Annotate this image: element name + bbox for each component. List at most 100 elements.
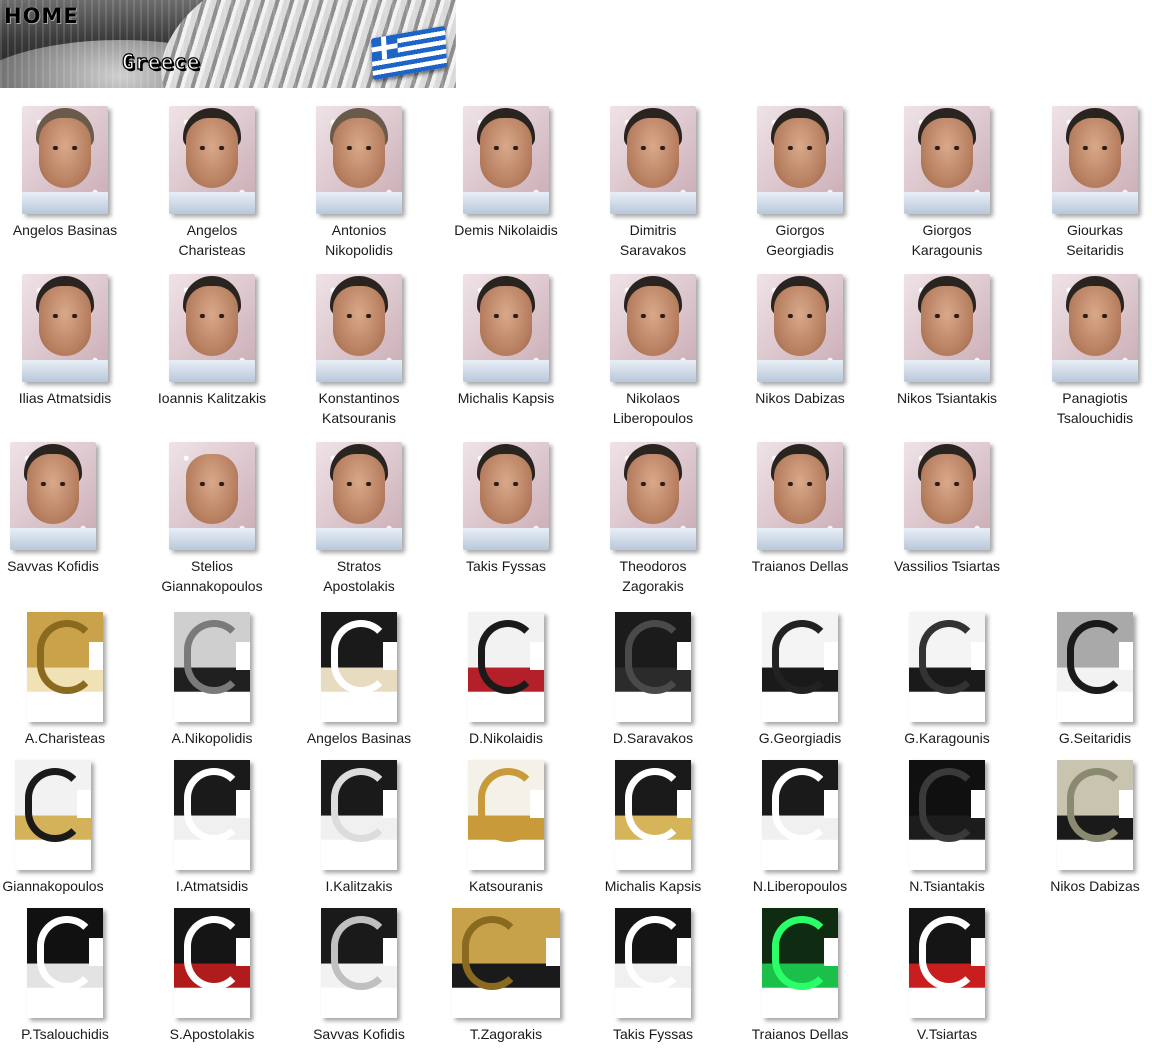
boot-texture-item[interactable]: G.Seitaridis <box>1022 612 1152 748</box>
boot-texture-thumbnail[interactable] <box>615 760 691 870</box>
player-face-thumbnail[interactable] <box>610 274 696 382</box>
boot-texture-item[interactable]: G.Karagounis <box>874 612 1020 748</box>
boot-texture-thumbnail[interactable] <box>1057 760 1133 870</box>
boot-texture-item[interactable]: A.Nikopolidis <box>139 612 285 748</box>
player-face-thumbnail[interactable] <box>757 274 843 382</box>
player-face-thumbnail[interactable] <box>22 274 108 382</box>
boot-texture-thumbnail[interactable] <box>321 612 397 722</box>
boot-texture-thumbnail[interactable] <box>909 908 985 1018</box>
boot-texture-item[interactable]: S.Apostolakis <box>139 908 285 1044</box>
player-face-thumbnail[interactable] <box>169 106 255 214</box>
player-face-item[interactable]: Panagiotis Tsalouchidis <box>1022 274 1152 428</box>
boot-texture-thumbnail[interactable] <box>1057 612 1133 722</box>
player-face-item[interactable]: Giorgos Karagounis <box>874 106 1020 260</box>
boot-texture-thumbnail[interactable] <box>174 760 250 870</box>
player-face-item[interactable]: Traianos Dellas <box>727 442 873 576</box>
player-face-item[interactable]: Dimitris Saravakos <box>580 106 726 260</box>
boot-texture-item[interactable]: P.Tsalouchidis <box>0 908 138 1044</box>
player-face-item[interactable]: Ilias Atmatsidis <box>0 274 138 408</box>
boot-texture-thumbnail[interactable] <box>909 760 985 870</box>
player-face-thumbnail[interactable] <box>169 442 255 550</box>
boot-texture-thumbnail[interactable] <box>174 612 250 722</box>
boot-texture-thumbnail[interactable] <box>468 760 544 870</box>
player-face-item[interactable]: Angelos Charisteas <box>139 106 285 260</box>
boot-texture-thumbnail[interactable] <box>615 908 691 1018</box>
player-face-thumbnail[interactable] <box>316 274 402 382</box>
boot-texture-item[interactable]: G.Georgiadis <box>727 612 873 748</box>
boot-texture-item[interactable]: I.Atmatsidis <box>139 760 285 896</box>
player-face-item[interactable]: Giorgos Georgiadis <box>727 106 873 260</box>
face-eyes <box>37 482 69 486</box>
face-head <box>921 454 973 524</box>
player-face-thumbnail[interactable] <box>169 274 255 382</box>
player-face-item[interactable]: Nikos Tsiantakis <box>874 274 1020 408</box>
boot-texture-thumbnail[interactable] <box>321 760 397 870</box>
boot-texture-item[interactable]: A.Charisteas <box>0 612 138 748</box>
boot-texture-item[interactable]: D.Saravakos <box>580 612 726 748</box>
player-face-thumbnail[interactable] <box>904 106 990 214</box>
player-face-thumbnail[interactable] <box>10 442 96 550</box>
boot-texture-item[interactable]: N.Liberopoulos <box>727 760 873 896</box>
boot-texture-thumbnail[interactable] <box>909 612 985 722</box>
boot-texture-thumbnail[interactable] <box>27 612 103 722</box>
boot-texture-item[interactable]: I.Kalitzakis <box>286 760 432 896</box>
boot-texture-thumbnail[interactable] <box>762 908 838 1018</box>
player-face-thumbnail[interactable] <box>316 442 402 550</box>
face-shirt <box>22 192 108 214</box>
player-face-item[interactable]: Stratos Apostolakis <box>286 442 432 596</box>
player-face-item[interactable]: Giourkas Seitaridis <box>1022 106 1152 260</box>
boot-texture-thumbnail[interactable] <box>321 908 397 1018</box>
player-face-thumbnail[interactable] <box>463 274 549 382</box>
player-face-thumbnail[interactable] <box>463 106 549 214</box>
player-face-item[interactable]: Konstantinos Katsouranis <box>286 274 432 428</box>
boot-texture-item[interactable]: D.Nikolaidis <box>433 612 579 748</box>
face-shirt <box>463 360 549 382</box>
boot-texture-item[interactable]: V.Tsiartas <box>874 908 1020 1044</box>
boot-texture-thumbnail[interactable] <box>762 760 838 870</box>
player-face-item[interactable]: Savvas Kofidis <box>0 442 126 576</box>
boot-texture-thumbnail[interactable] <box>15 760 91 870</box>
boot-texture-item[interactable]: Takis Fyssas <box>580 908 726 1044</box>
boot-texture-thumbnail[interactable] <box>615 612 691 722</box>
boot-texture-item[interactable]: Katsouranis <box>433 760 579 896</box>
boot-name-caption: Katsouranis <box>469 878 543 894</box>
player-face-item[interactable]: Michalis Kapsis <box>433 274 579 408</box>
player-face-thumbnail[interactable] <box>757 442 843 550</box>
boot-texture-thumbnail[interactable] <box>762 612 838 722</box>
player-face-item[interactable]: Theodoros Zagorakis <box>580 442 726 596</box>
player-face-thumbnail[interactable] <box>22 106 108 214</box>
player-face-thumbnail[interactable] <box>904 274 990 382</box>
player-face-thumbnail[interactable] <box>610 106 696 214</box>
player-face-thumbnail[interactable] <box>757 106 843 214</box>
face-eyes <box>637 314 669 318</box>
player-face-thumbnail[interactable] <box>463 442 549 550</box>
face-shirt <box>463 528 549 550</box>
player-face-thumbnail[interactable] <box>904 442 990 550</box>
boot-texture-item[interactable]: Giannakopoulos <box>0 760 126 896</box>
player-face-item[interactable]: Stelios Giannakopoulos <box>139 442 285 596</box>
player-face-thumbnail[interactable] <box>316 106 402 214</box>
player-face-item[interactable]: Antonios Nikopolidis <box>286 106 432 260</box>
player-face-item[interactable]: Vassilios Tsiartas <box>874 442 1020 576</box>
boot-texture-item[interactable]: N.Tsiantakis <box>874 760 1020 896</box>
boot-texture-item[interactable]: Traianos Dellas <box>727 908 873 1044</box>
boot-texture-item[interactable]: Angelos Basinas <box>286 612 432 748</box>
player-face-thumbnail[interactable] <box>1052 106 1138 214</box>
boot-texture-thumbnail[interactable] <box>452 908 560 1018</box>
player-face-item[interactable]: Nikos Dabizas <box>727 274 873 408</box>
boot-texture-item[interactable]: Nikos Dabizas <box>1022 760 1152 896</box>
player-face-item[interactable]: Demis Nikolaidis <box>433 106 579 240</box>
boot-texture-item[interactable]: Savvas Kofidis <box>286 908 432 1044</box>
boot-texture-thumbnail[interactable] <box>174 908 250 1018</box>
player-face-thumbnail[interactable] <box>1052 274 1138 382</box>
boot-texture-item[interactable]: T.Zagorakis <box>433 908 579 1044</box>
player-face-item[interactable]: Nikolaos Liberopoulos <box>580 274 726 428</box>
player-face-item[interactable]: Takis Fyssas <box>433 442 579 576</box>
player-face-item[interactable]: Angelos Basinas <box>0 106 138 240</box>
face-head <box>1069 118 1121 188</box>
boot-texture-thumbnail[interactable] <box>27 908 103 1018</box>
player-face-thumbnail[interactable] <box>610 442 696 550</box>
player-face-item[interactable]: Ioannis Kalitzakis <box>139 274 285 408</box>
boot-texture-item[interactable]: Michalis Kapsis <box>580 760 726 896</box>
boot-texture-thumbnail[interactable] <box>468 612 544 722</box>
